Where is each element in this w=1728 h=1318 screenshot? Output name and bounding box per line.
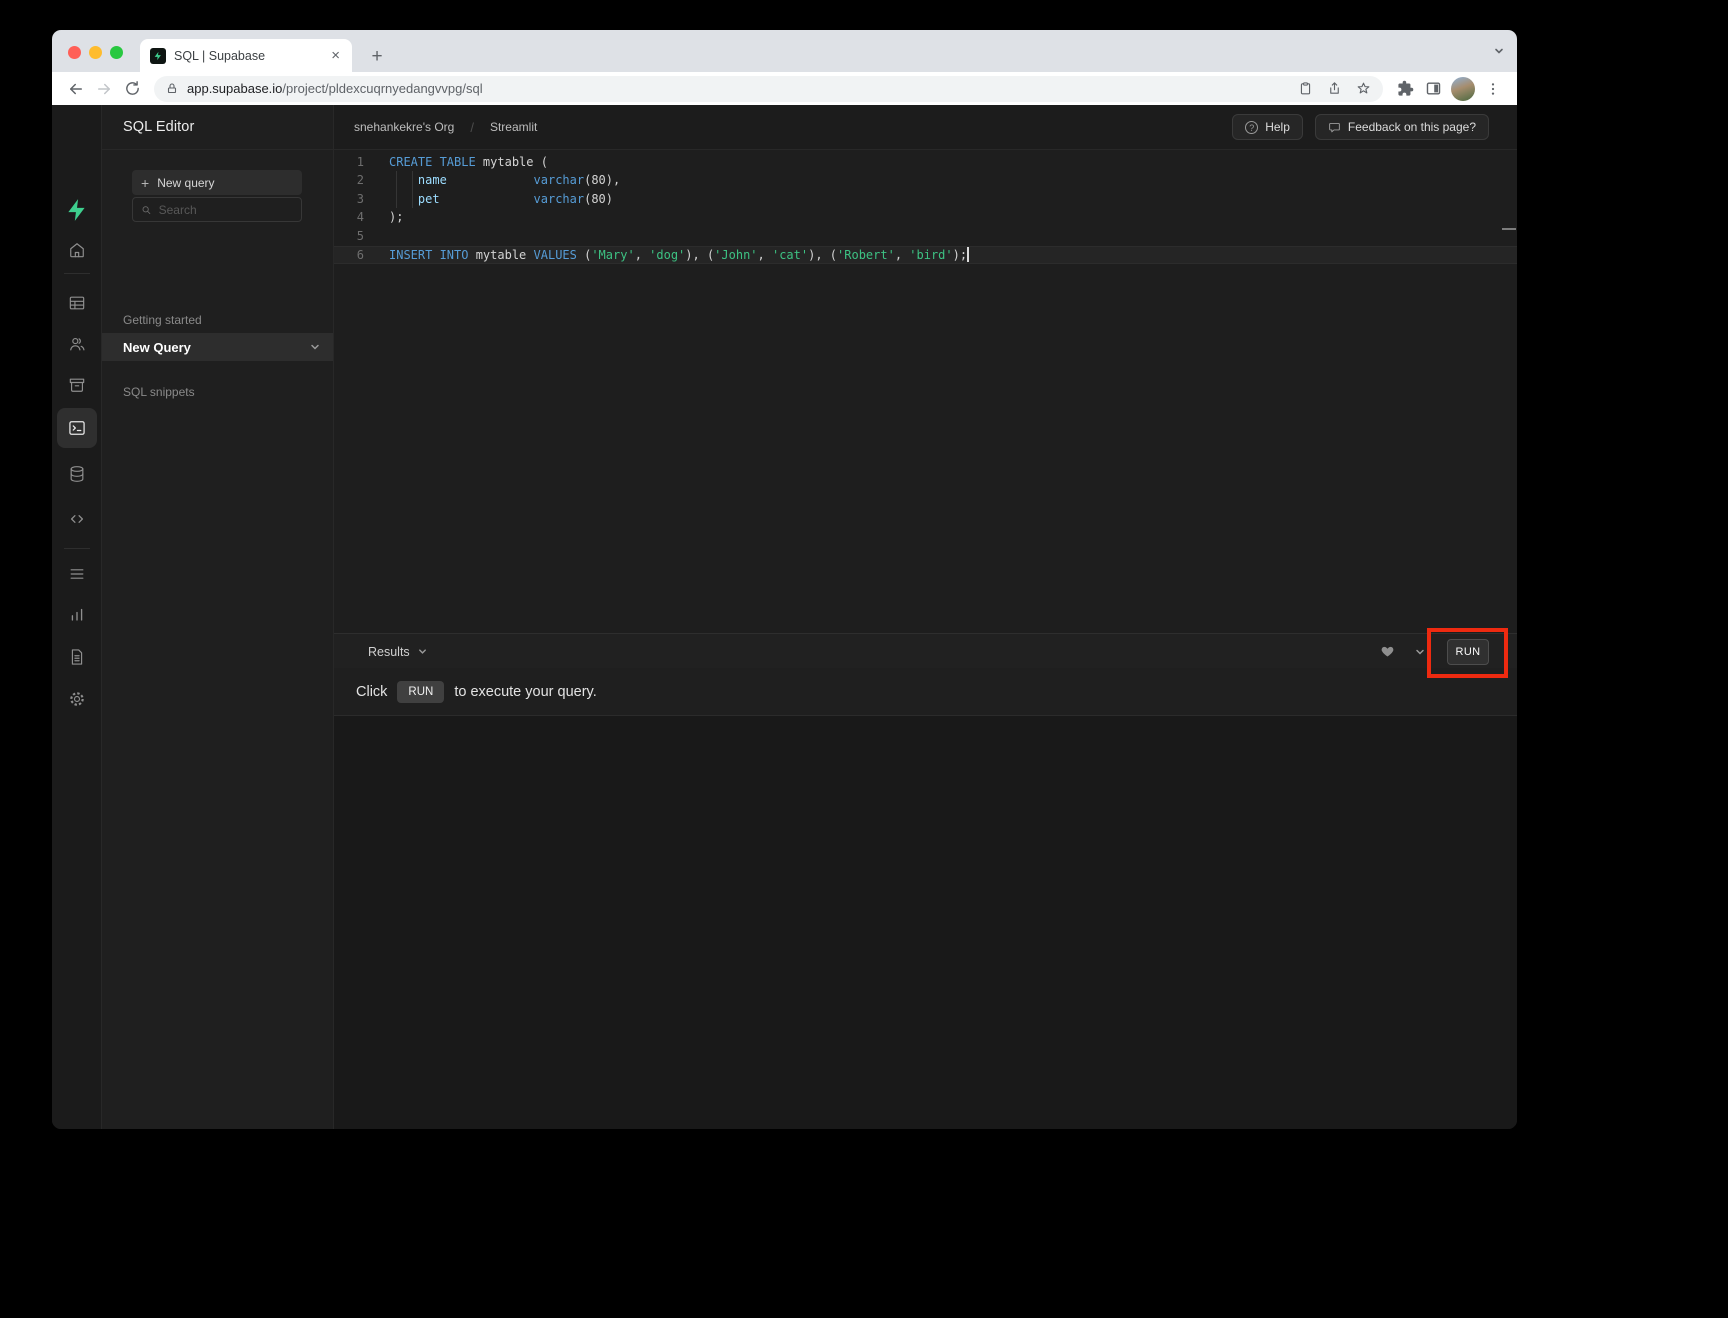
indent-guide xyxy=(396,190,397,209)
storage-icon[interactable] xyxy=(67,375,87,395)
close-window-button[interactable] xyxy=(68,46,81,59)
breadcrumb-header: snehankekre's Org / Streamlit ? Help Fee… xyxy=(334,105,1517,150)
code-line-2: 2 name varchar(80), xyxy=(334,171,1517,190)
window-controls xyxy=(68,46,123,59)
browser-tab[interactable]: SQL | Supabase × xyxy=(140,39,352,72)
tab-title: SQL | Supabase xyxy=(174,49,327,63)
breadcrumb-org[interactable]: snehankekre's Org xyxy=(354,120,454,134)
close-tab-icon[interactable]: × xyxy=(327,47,344,64)
code-line-3: 3 pet varchar(80) xyxy=(334,190,1517,209)
table-editor-icon[interactable] xyxy=(67,293,87,313)
results-dropdown[interactable]: Results xyxy=(368,634,428,669)
results-empty-area xyxy=(334,716,1517,1129)
indent-guide xyxy=(396,171,397,190)
search-icon xyxy=(141,204,152,216)
plus-icon: + xyxy=(141,176,149,190)
code-lines: 1CREATE TABLE mytable (2 name varchar(80… xyxy=(334,153,1517,265)
chevron-down-icon[interactable] xyxy=(309,341,321,353)
api-code-icon[interactable] xyxy=(67,509,87,529)
sidebar-header: SQL Editor xyxy=(102,105,333,150)
tab-strip: SQL | Supabase × + xyxy=(52,30,1517,72)
line-number: 4 xyxy=(334,208,364,227)
back-icon[interactable] xyxy=(62,75,90,103)
results-bar: Results RUN xyxy=(334,633,1517,668)
editor-scrollbar-marker[interactable] xyxy=(1502,228,1516,230)
page-title: SQL Editor xyxy=(123,119,194,135)
sql-code-editor[interactable]: 1CREATE TABLE mytable (2 name varchar(80… xyxy=(334,150,1517,633)
run-key-badge: RUN xyxy=(397,681,444,703)
tab-search-chevron-icon[interactable] xyxy=(1493,45,1505,57)
code-line-6: 6INSERT INTO mytable VALUES ('Mary', 'do… xyxy=(334,246,1517,265)
rail-divider xyxy=(64,548,90,549)
extensions-puzzle-icon[interactable] xyxy=(1391,75,1419,103)
sql-editor-sidebar: SQL Editor + New query Getting started W… xyxy=(102,105,334,1129)
favorite-heart-icon[interactable] xyxy=(1380,644,1395,659)
code-line-1: 1CREATE TABLE mytable ( xyxy=(334,153,1517,172)
side-panel-icon[interactable] xyxy=(1419,75,1447,103)
forward-icon[interactable] xyxy=(90,75,118,103)
profile-avatar[interactable] xyxy=(1451,77,1475,101)
section-heading-sql-snippets: SQL snippets xyxy=(123,385,195,399)
message-suffix: to execute your query. xyxy=(454,684,596,700)
indent-guide xyxy=(412,190,413,209)
minimize-window-button[interactable] xyxy=(89,46,102,59)
sidebar-item-new-query-selected[interactable]: New Query xyxy=(102,333,333,361)
browser-window: SQL | Supabase × + app.supabase.io/proje… xyxy=(52,30,1517,1129)
code-line-4: 4); xyxy=(334,208,1517,227)
docs-file-icon[interactable] xyxy=(67,647,87,667)
url-path: /project/pldexcuqrnyedangvvpg/sql xyxy=(282,81,482,96)
clipboard-icon[interactable] xyxy=(1298,81,1313,96)
text-cursor xyxy=(967,247,969,262)
message-prefix: Click xyxy=(356,684,387,700)
empty-results-message: Click RUN to execute your query. xyxy=(334,668,1517,716)
search-input[interactable] xyxy=(159,203,293,217)
feedback-button[interactable]: Feedback on this page? xyxy=(1315,114,1489,140)
reload-icon[interactable] xyxy=(118,75,146,103)
breadcrumb-separator: / xyxy=(470,120,474,135)
lock-icon xyxy=(166,82,178,95)
database-icon[interactable] xyxy=(67,464,87,484)
share-icon[interactable] xyxy=(1327,81,1342,96)
run-query-button[interactable]: RUN xyxy=(1447,639,1489,665)
maximize-window-button[interactable] xyxy=(110,46,123,59)
help-icon: ? xyxy=(1245,121,1258,134)
logs-list-icon[interactable] xyxy=(67,564,87,584)
main-content: snehankekre's Org / Streamlit ? Help Fee… xyxy=(334,105,1517,1129)
reports-chart-icon[interactable] xyxy=(67,605,87,625)
chrome-menu-icon[interactable] xyxy=(1479,75,1507,103)
url-bar[interactable]: app.supabase.io/project/pldexcuqrnyedang… xyxy=(154,76,1383,102)
browser-toolbar: app.supabase.io/project/pldexcuqrnyedang… xyxy=(52,72,1517,105)
new-tab-button[interactable]: + xyxy=(364,44,390,70)
supabase-favicon-icon xyxy=(150,48,166,64)
bookmark-star-icon[interactable] xyxy=(1356,81,1371,96)
home-icon[interactable] xyxy=(67,240,87,260)
supabase-logo-icon[interactable] xyxy=(64,197,90,223)
chevron-down-icon xyxy=(417,646,428,657)
settings-gear-icon[interactable] xyxy=(67,689,87,709)
indent-guide xyxy=(412,171,413,190)
save-options-chevron-icon[interactable] xyxy=(1414,646,1426,658)
auth-users-icon[interactable] xyxy=(67,334,87,354)
breadcrumb-project[interactable]: Streamlit xyxy=(490,120,537,134)
line-number: 5 xyxy=(334,227,364,246)
line-number: 6 xyxy=(334,246,364,265)
line-number: 1 xyxy=(334,153,364,172)
rail-divider xyxy=(64,273,90,274)
url-text[interactable]: app.supabase.io/project/pldexcuqrnyedang… xyxy=(187,81,1284,96)
nav-rail xyxy=(52,105,102,1129)
section-heading-getting-started: Getting started xyxy=(123,313,202,327)
code-line-5: 5 xyxy=(334,227,1517,246)
line-number: 3 xyxy=(334,190,364,209)
line-number: 2 xyxy=(334,171,364,190)
help-button[interactable]: ? Help xyxy=(1232,114,1303,140)
url-domain: app.supabase.io xyxy=(187,81,282,96)
new-query-button[interactable]: + New query xyxy=(132,170,302,195)
comment-bubble-icon xyxy=(1328,121,1341,134)
search-box[interactable] xyxy=(132,197,302,222)
sql-editor-terminal-icon[interactable] xyxy=(67,418,87,438)
